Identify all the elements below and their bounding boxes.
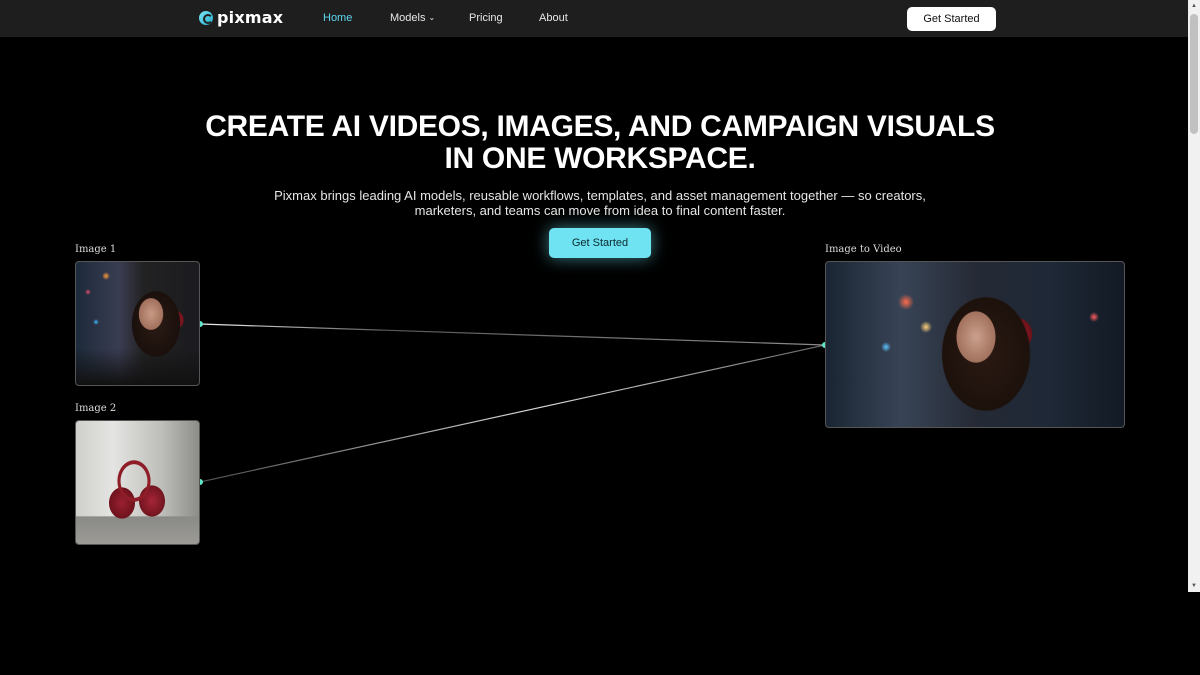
hero-title: CREATE AI VIDEOS, IMAGES, AND CAMPAIGN V… — [0, 111, 1200, 175]
pixmax-logo-icon — [199, 10, 213, 25]
image-to-video-label: Image to Video — [825, 244, 902, 255]
nav-get-started-button[interactable]: Get Started — [907, 7, 996, 31]
top-navbar: pixmax Home Models ⌄ Pricing About Get St… — [0, 0, 1188, 37]
scroll-down-arrow-icon[interactable]: ▼ — [1191, 583, 1197, 589]
brand-name: pixmax — [217, 8, 284, 27]
connector-line-image2 — [199, 344, 826, 483]
brand-logo[interactable]: pixmax — [199, 8, 283, 27]
chevron-down-icon: ⌄ — [428, 13, 436, 22]
image-to-video-preview[interactable] — [825, 261, 1125, 428]
hero-get-started-button[interactable]: Get Started — [549, 228, 651, 258]
scroll-up-arrow-icon[interactable]: ▲ — [1191, 3, 1197, 9]
nav-link-pricing[interactable]: Pricing — [469, 12, 503, 24]
image-1-label: Image 1 — [75, 244, 117, 255]
nav-link-about[interactable]: About — [539, 12, 568, 24]
connector-line-image1 — [199, 323, 826, 346]
image-1-thumbnail[interactable] — [75, 261, 200, 386]
nav-link-models[interactable]: Models ⌄ — [390, 12, 435, 24]
image-2-label: Image 2 — [75, 403, 117, 414]
nav-link-models-label: Models — [390, 12, 426, 24]
hero-title-line-1: CREATE AI VIDEOS, IMAGES, AND CAMPAIGN V… — [205, 110, 995, 143]
image-2-thumbnail[interactable] — [75, 420, 200, 545]
hero-title-line-2: IN ONE WORKSPACE. — [444, 142, 756, 175]
hero-subtitle: Pixmax brings leading AI models, reusabl… — [274, 188, 926, 218]
nav-link-home[interactable]: Home — [323, 12, 352, 24]
